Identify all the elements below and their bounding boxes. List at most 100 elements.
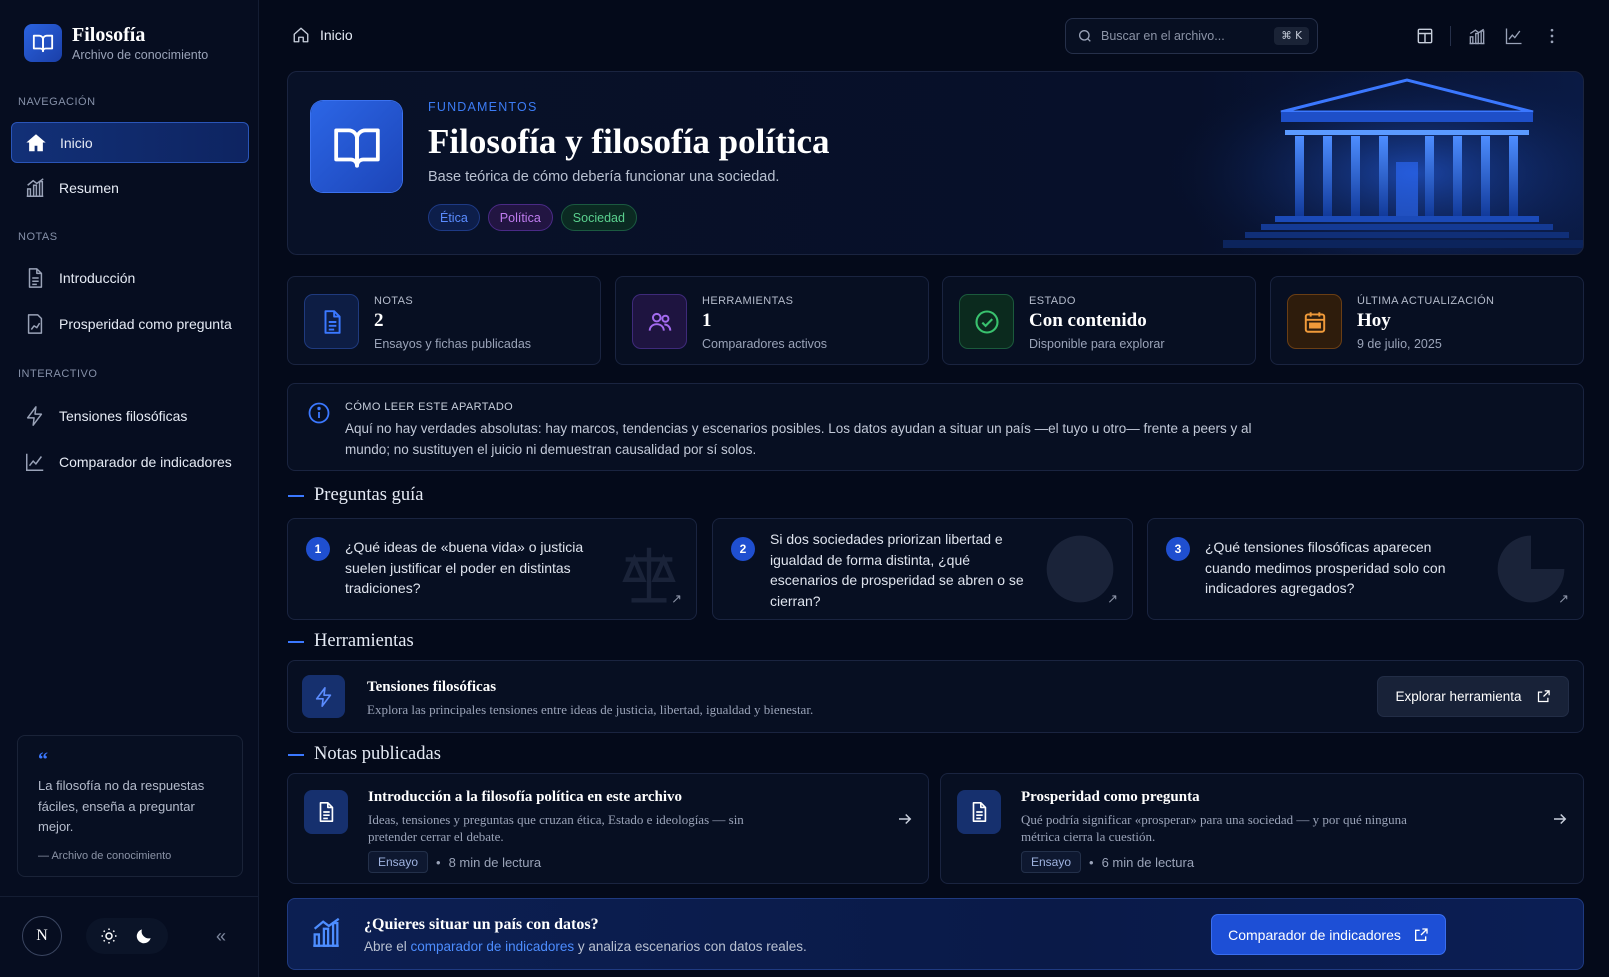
question-number: 2 [731,537,755,561]
sidebar-item-inicio[interactable]: Inicio [11,122,249,163]
sun-icon[interactable] [100,927,118,945]
tool-title: Tensiones filosóficas [367,679,497,695]
brand-title: Filosofía [72,23,146,46]
bar-chart-icon[interactable] [1467,26,1487,46]
arrow-right-icon[interactable] [896,810,914,828]
check-circle-icon [959,294,1014,349]
quote-card: “ La filosofía no da respuestas fáciles,… [17,735,243,877]
info-callout: CÓMO LEER ESTE APARTADO Aquí no hay verd… [287,383,1584,471]
stat-value: 1 [702,310,712,331]
document-icon [957,790,1001,834]
stat-value: 2 [374,310,384,331]
tag-etica[interactable]: Ética [428,204,480,231]
hero-subtitle: Base teórica de cómo debería funcionar u… [428,169,780,185]
note-type-badge: Ensayo [368,851,429,873]
info-text: Aquí no hay verdades absolutas: hay marc… [345,421,1252,457]
question-card-3[interactable]: 3 ¿Qué tensiones filosóficas aparecen cu… [1147,518,1584,620]
explore-tool-button[interactable]: Explorar herramienta [1377,676,1569,717]
button-label: Comparador de indicadores [1228,926,1401,943]
arrow-up-right-icon: ↗ [1107,591,1118,606]
arrow-up-right-icon: ↗ [1558,591,1569,606]
search-box[interactable]: ⌘ K [1065,18,1318,54]
arrow-right-icon[interactable] [1551,810,1569,828]
stat-desc: Disponible para explorar [1029,337,1165,351]
header-divider [1450,26,1451,46]
external-link-icon [1414,927,1428,941]
stat-desc: Ensayos y fichas publicadas [374,337,532,351]
read-time: 8 min de lectura [448,854,542,870]
info-icon [308,402,330,424]
hero-kicker: FUNDAMENTOS [428,100,538,114]
document-icon [304,294,359,349]
stat-label: NOTAS [374,295,414,307]
hero-banner: FUNDAMENTOS Filosofía y filosofía políti… [287,71,1584,255]
search-shortcut: ⌘ K [1274,27,1309,45]
question-text: ¿Qué ideas de «buena vida» o justicia su… [345,539,584,596]
section-heading-label: Notas publicadas [314,744,441,764]
sidebar-item-comparador[interactable]: Comparador de indicadores [11,441,249,482]
meta-separator: • [1089,854,1094,870]
page-title: Filosofía y filosofía política [428,122,830,161]
note-desc: Ideas, tensiones y preguntas que cruzan … [368,812,744,844]
temple-illustration [1163,72,1583,254]
line-chart-icon[interactable] [1504,26,1524,46]
sidebar-item-label: Inicio [60,134,93,151]
search-input[interactable] [1101,29,1261,43]
quote-text: La filosofía no da respuestas fáciles, e… [38,778,205,834]
sidebar-item-tensiones[interactable]: Tensiones filosóficas [11,395,249,436]
nav-section-label: NAVEGACIÓN [18,96,96,108]
note-type-badge: Ensayo [1021,851,1082,873]
stat-value: Con contenido [1029,310,1147,331]
quote-source: — Archivo de conocimiento [38,849,172,862]
stat-label: HERRAMIENTAS [702,295,794,307]
collapse-sidebar-button[interactable]: « [216,927,226,945]
line-chart-icon [26,453,44,471]
stat-label: ESTADO [1029,295,1076,307]
note-card-prosperidad[interactable]: Prosperidad como pregunta Qué podría sig… [940,773,1584,884]
comparador-link[interactable]: comparador de indicadores [411,939,575,954]
moon-icon[interactable] [134,926,154,946]
users-icon [632,294,687,349]
brand-subtitle: Archivo de conocimiento [72,47,209,62]
calendar-icon [1287,294,1342,349]
book-icon [24,24,62,62]
tag-politica[interactable]: Política [487,204,553,231]
tag-sociedad[interactable]: Sociedad [560,204,637,231]
home-icon [26,133,46,151]
stat-card-herramientas: HERRAMIENTAS 1 Comparadores activos [615,276,929,365]
section-heading-herramientas: Herramientas [288,631,414,652]
cta-text: Abre el comparador de indicadores y anal… [364,939,807,954]
document-icon [28,267,43,288]
section-heading-notas: Notas publicadas [288,744,441,765]
brand[interactable]: Filosofía Archivo de conocimiento [24,24,208,62]
breadcrumb-current[interactable]: Inicio [320,27,353,43]
sidebar-item-prosperidad[interactable]: Prosperidad como pregunta [11,303,249,344]
home-outline-icon[interactable] [292,26,310,44]
meta-separator: • [436,854,441,870]
more-vertical-icon[interactable] [1542,26,1562,46]
note-title: Prosperidad como pregunta [1021,789,1200,805]
note-meta: Ensayo • 6 min de lectura [1021,851,1194,873]
sidebar-item-resumen[interactable]: Resumen [11,167,249,208]
question-card-2[interactable]: 2 Si dos sociedades priorizan libertad e… [712,518,1133,620]
sidebar-item-introduccion[interactable]: Introducción [11,257,249,298]
bar-chart-icon [26,177,44,197]
theme-toggle[interactable] [86,918,168,954]
sidebar: Filosofía Archivo de conocimiento NAVEGA… [0,0,259,977]
comparador-button[interactable]: Comparador de indicadores [1211,914,1446,955]
bar-chart-icon [313,917,340,947]
avatar[interactable]: N [22,916,62,956]
cta-text-after: y analiza escenarios con datos reales. [574,939,807,954]
question-number: 3 [1166,537,1190,561]
question-card-1[interactable]: 1 ¿Qué ideas de «buena vida» o justicia … [287,518,697,620]
sidebar-item-label: Tensiones filosóficas [59,407,188,424]
layout-icon[interactable] [1415,26,1435,46]
question-text: ¿Qué tensiones filosóficas aparecen cuan… [1205,539,1446,596]
stat-value: Hoy [1357,310,1391,331]
nav-section-label: NOTAS [18,231,58,243]
section-heading-label: Herramientas [314,631,414,651]
button-label: Explorar herramienta [1395,689,1522,704]
document-chart-icon [27,313,43,334]
note-card-introduccion[interactable]: Introducción a la filosofía política en … [287,773,929,884]
stat-card-estado: ESTADO Con contenido Disponible para exp… [942,276,1256,365]
